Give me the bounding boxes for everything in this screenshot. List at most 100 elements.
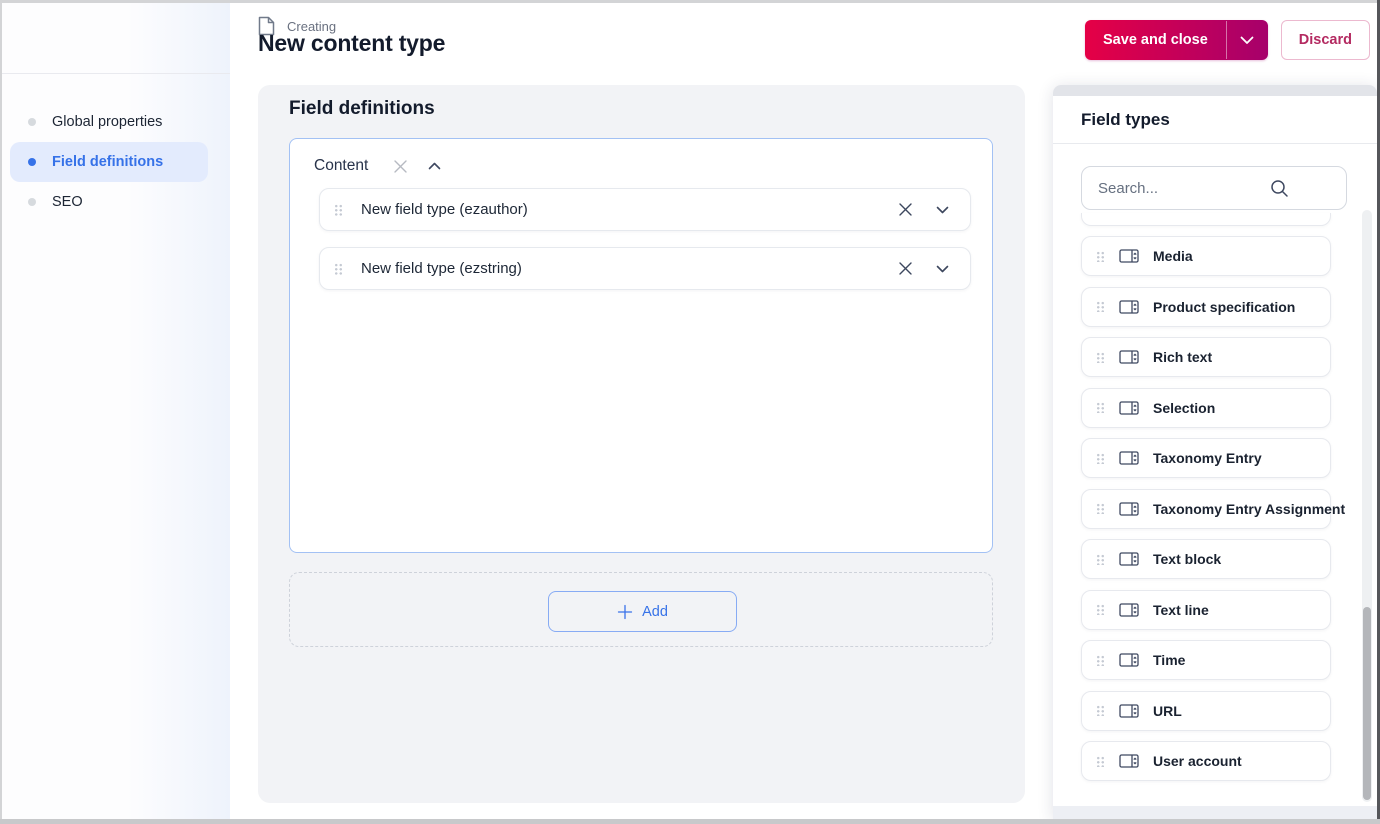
- field-type-label: Taxonomy Entry: [1153, 450, 1262, 466]
- window-edge-left: [0, 0, 2, 824]
- plus-icon: [617, 604, 633, 620]
- panel-scrollbar-thumb[interactable]: [1363, 607, 1371, 800]
- field-type-label: Time: [1153, 652, 1186, 668]
- drag-handle-icon[interactable]: [1096, 250, 1105, 262]
- page-title: New content type: [258, 30, 446, 56]
- field-type-label: Product specification: [1153, 298, 1296, 315]
- sidebar-item-seo[interactable]: SEO: [10, 182, 208, 222]
- field-type-item-taxonomy-entry[interactable]: Taxonomy Entry: [1081, 438, 1331, 478]
- field-type-label: URL: [1153, 702, 1182, 719]
- bullet-icon: [28, 158, 36, 166]
- bullet-icon: [28, 118, 36, 126]
- field-type-icon: [1119, 652, 1139, 668]
- field-type-label: Text line: [1153, 601, 1209, 618]
- sidebar-item-field-definitions[interactable]: Field definitions: [10, 142, 208, 182]
- search-input[interactable]: [1081, 166, 1347, 210]
- field-type-icon: [1119, 602, 1139, 618]
- search-icon: [1270, 179, 1289, 198]
- collapse-group-button[interactable]: [424, 156, 444, 176]
- field-types-list: Media Product specification Rich text Se…: [1081, 213, 1345, 792]
- field-type-item-url[interactable]: URL: [1081, 690, 1331, 731]
- expand-field-button[interactable]: [932, 259, 952, 279]
- chevron-down-icon: [936, 206, 949, 214]
- discard-button[interactable]: Discard: [1280, 20, 1370, 60]
- field-type-item-selection[interactable]: Selection: [1081, 387, 1331, 428]
- field-group-header: Content: [290, 139, 992, 176]
- remove-field-button[interactable]: [895, 259, 915, 279]
- field-definition-row[interactable]: New field type (ezstring): [319, 247, 971, 290]
- field-type-icon: [1119, 703, 1139, 719]
- drag-handle-icon[interactable]: [1096, 553, 1105, 565]
- panel-top-bar: [1053, 85, 1377, 96]
- drag-handle-icon[interactable]: [334, 203, 343, 216]
- remove-field-button[interactable]: [895, 200, 915, 220]
- save-and-close-button[interactable]: Save and close: [1085, 20, 1226, 60]
- field-type-item-text-block[interactable]: Text block: [1081, 539, 1331, 579]
- drag-handle-icon[interactable]: [334, 262, 343, 275]
- field-type-item-text-line[interactable]: Text line: [1081, 589, 1331, 630]
- drag-handle-icon[interactable]: [1096, 705, 1105, 716]
- drag-handle-icon[interactable]: [1096, 654, 1105, 666]
- close-icon: [898, 202, 913, 217]
- field-type-item-user-account[interactable]: User account: [1081, 741, 1331, 781]
- window-edge-top: [0, 0, 1380, 3]
- app-window: Global properties Field definitions SEO …: [0, 0, 1380, 824]
- window-edge-bottom: [0, 819, 1380, 824]
- field-type-label: Selection: [1153, 399, 1216, 416]
- field-type-item-rich-text[interactable]: Rich text: [1081, 337, 1331, 377]
- remove-group-button[interactable]: [390, 156, 410, 176]
- field-type-icon: [1119, 450, 1139, 466]
- panel-scrollbar-track: [1362, 210, 1372, 802]
- field-type-item-product-specification[interactable]: Product specification: [1081, 286, 1331, 327]
- header-actions: Save and close Discard: [1085, 20, 1370, 60]
- close-icon: [393, 159, 408, 174]
- drag-handle-icon[interactable]: [1096, 402, 1105, 413]
- field-type-icon: [1119, 551, 1139, 567]
- field-definition-label: New field type (ezauthor): [361, 201, 528, 218]
- discard-button-label: Discard: [1298, 32, 1352, 48]
- left-sidebar: Global properties Field definitions SEO: [2, 3, 230, 819]
- drag-handle-icon[interactable]: [1096, 351, 1105, 363]
- add-button-label: Add: [642, 603, 668, 620]
- sidebar-item-label: Global properties: [52, 114, 163, 130]
- chevron-down-icon: [936, 265, 949, 273]
- sidebar-item-label: Field definitions: [52, 154, 164, 170]
- add-group-dropzone: Add: [289, 572, 993, 647]
- drag-handle-icon[interactable]: [1096, 503, 1105, 514]
- search-wrap: [1081, 166, 1347, 210]
- field-type-icon: [1119, 753, 1139, 769]
- field-type-item-partial[interactable]: [1081, 213, 1331, 226]
- sidebar-item-global-properties[interactable]: Global properties: [10, 102, 208, 142]
- field-types-panel: Field types Media: [1053, 85, 1377, 819]
- field-type-label: User account: [1153, 753, 1242, 769]
- field-type-item-media[interactable]: Media: [1081, 236, 1331, 276]
- field-type-icon: [1119, 400, 1139, 416]
- expand-field-button[interactable]: [932, 200, 952, 220]
- section-title: Field definitions: [289, 98, 435, 119]
- drag-handle-icon[interactable]: [1096, 452, 1105, 464]
- field-group-content: Content New field type (ezauthor) New fi…: [289, 138, 993, 553]
- field-type-icon: [1119, 248, 1139, 264]
- drag-handle-icon[interactable]: [1096, 604, 1105, 615]
- sidebar-item-label: SEO: [52, 194, 83, 210]
- page-header: Creating New content type Save and close…: [230, 3, 1377, 85]
- add-button[interactable]: Add: [548, 591, 737, 632]
- field-group-title: Content: [314, 157, 369, 174]
- field-definitions-panel: Field definitions Content New field type: [258, 85, 1025, 803]
- save-options-dropdown-button[interactable]: [1227, 20, 1268, 60]
- field-definition-label: New field type (ezstring): [361, 260, 522, 277]
- save-split-button: Save and close: [1085, 20, 1268, 60]
- drag-handle-icon[interactable]: [1096, 301, 1105, 312]
- chevron-down-icon: [1240, 36, 1254, 45]
- close-icon: [898, 261, 913, 276]
- drag-handle-icon[interactable]: [1096, 755, 1105, 767]
- bullet-icon: [28, 198, 36, 206]
- field-type-item-taxonomy-entry-assignment[interactable]: Taxonomy Entry Assignment: [1081, 488, 1345, 529]
- anchor-nav: Global properties Field definitions SEO: [2, 74, 230, 222]
- field-definition-row[interactable]: New field type (ezauthor): [319, 188, 971, 231]
- field-type-label: Taxonomy Entry Assignment: [1153, 500, 1346, 517]
- field-type-item-time[interactable]: Time: [1081, 640, 1331, 680]
- field-type-label: Text block: [1153, 551, 1222, 567]
- sidebar-top-spacer: [2, 3, 230, 74]
- field-type-icon: [1119, 299, 1139, 315]
